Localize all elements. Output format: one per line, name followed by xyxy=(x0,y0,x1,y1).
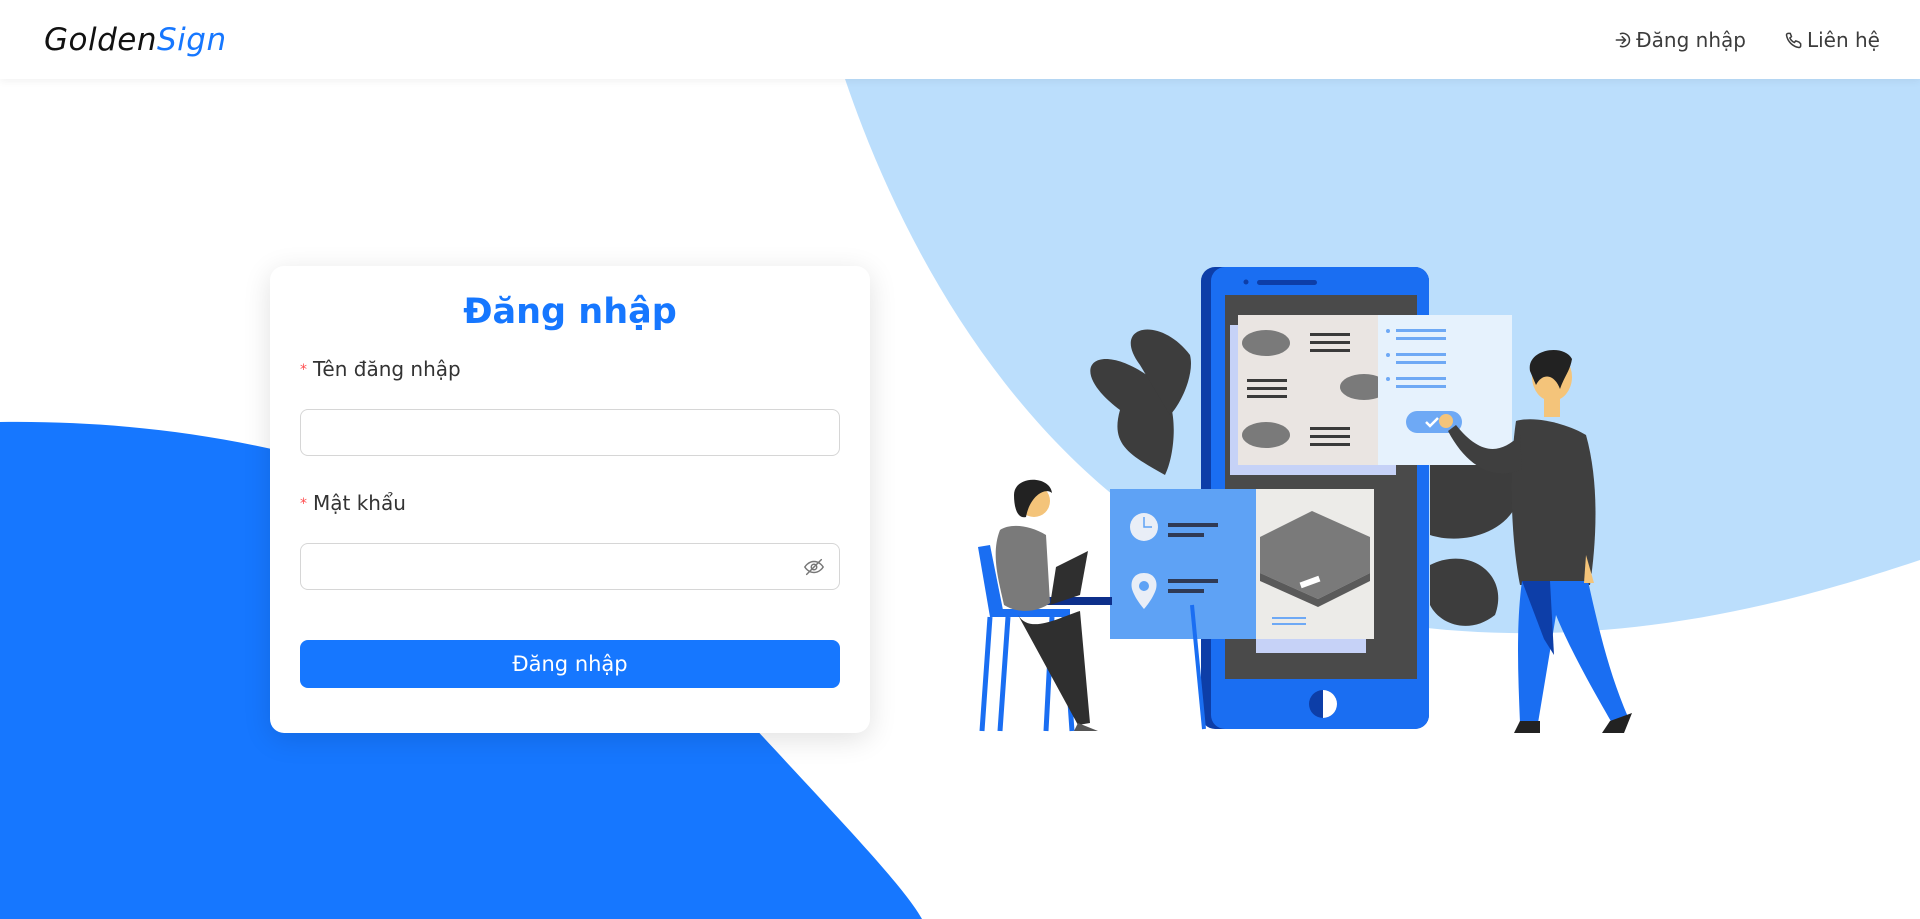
top-header: GoldenSign Đăng nhập Liên hệ xyxy=(0,0,1920,79)
username-label: * Tên đăng nhập xyxy=(300,356,840,383)
required-mark: * xyxy=(300,496,307,512)
username-input[interactable] xyxy=(301,410,839,455)
password-input[interactable] xyxy=(301,544,839,589)
username-field-wrapper xyxy=(300,409,840,456)
nav-login-label: Đăng nhập xyxy=(1636,27,1746,52)
password-label-text: Mật khẩu xyxy=(313,491,406,515)
login-icon xyxy=(1615,32,1631,47)
login-submit-button[interactable]: Đăng nhập xyxy=(300,640,840,688)
top-nav: Đăng nhập Liên hệ xyxy=(1613,28,1880,52)
password-field-wrapper xyxy=(300,543,840,590)
location-card xyxy=(1110,489,1374,653)
nav-contact-label: Liên hệ xyxy=(1806,27,1880,52)
sitting-woman xyxy=(978,479,1098,732)
required-mark: * xyxy=(300,362,307,378)
plant-leaves-left xyxy=(1090,329,1191,475)
eye-invisible-icon[interactable] xyxy=(803,556,825,578)
login-illustration xyxy=(978,267,1632,733)
logo-text-golden: Golden xyxy=(44,21,157,58)
username-label-text: Tên đăng nhập xyxy=(313,357,461,381)
nav-login-link[interactable]: Đăng nhập xyxy=(1613,28,1746,52)
nav-contact-link[interactable]: Liên hệ xyxy=(1784,28,1880,52)
login-title: Đăng nhập xyxy=(463,292,677,332)
phone-icon xyxy=(1785,32,1802,48)
login-card: Đăng nhập * Tên đăng nhập * Mật khẩu Đăng … xyxy=(270,266,870,733)
password-label: * Mật khẩu xyxy=(300,490,840,517)
logo-text-sign: Sign xyxy=(157,21,227,58)
login-page: GoldenSign Đăng nhập Liên hệ Đăng nhập *… xyxy=(0,0,1920,919)
logo[interactable]: GoldenSign xyxy=(44,22,227,58)
